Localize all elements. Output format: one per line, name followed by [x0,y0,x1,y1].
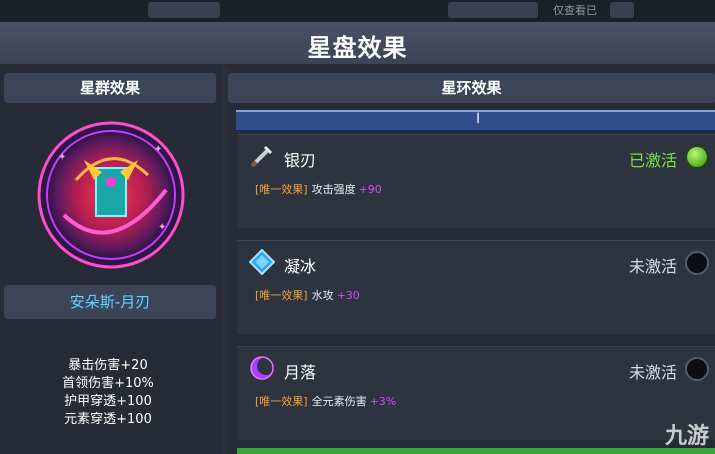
effect-card-frost[interactable]: 凝冰 未激活 [唯一效果] 水攻 +30 [237,240,715,334]
top-strip: 仅查看已 [0,0,715,22]
stat-line: 暴击伤害+20 [68,358,148,373]
effect-desc: 水攻 [311,289,334,302]
view-filter-checkbox[interactable] [610,2,634,18]
effect-tag: [唯一效果] [255,183,308,196]
effect-value: +90 [358,183,382,196]
effect-description: [唯一效果] 攻击强度 +90 [255,181,382,197]
effect-value: +3% [369,395,397,408]
effect-desc: 全元素伤害 [311,395,367,408]
star-ring-header: 星环效果 [228,73,715,103]
stat-line: 元素穿透+100 [64,412,152,427]
constellation-emblem-icon: ✦ ✦ ✦ [37,121,185,269]
inactive-indicator [685,357,709,381]
crescent-moon-icon [250,356,275,380]
effect-name: 月落 [284,363,317,382]
ice-crystal-icon [249,249,275,275]
effect-description: [唯一效果] 水攻 +30 [255,287,360,303]
stat-line: 首领伤害+10% [62,376,154,391]
effect-value: +30 [336,289,360,302]
constellation-name: 安朵斯-月刃 [4,285,216,319]
stat-line: 护甲穿透+100 [64,394,152,409]
sword-icon [250,145,273,168]
effect-name: 银刃 [284,151,317,170]
bottom-action-bar[interactable] [237,448,715,454]
constellation-header: 星群效果 [4,73,216,103]
view-filter-label[interactable]: 仅查看已 [553,2,597,18]
effect-status: 未激活 [628,257,677,276]
effect-card-moonfall[interactable]: 月落 未激活 [唯一效果] 全元素伤害 +3% [237,346,715,440]
progress-cursor: I [476,111,481,127]
inactive-indicator [685,251,709,275]
window-title: 星盘效果 [307,34,408,62]
effect-desc: 攻击强度 [311,183,356,196]
active-indicator [685,145,709,169]
top-strip-chip [148,2,220,18]
effect-description: [唯一效果] 全元素伤害 +3% [255,393,396,409]
svg-text:✦: ✦ [154,144,162,155]
watermark: 九游 [664,424,709,449]
effect-card-silver-blade[interactable]: 银刃 已激活 [唯一效果] 攻击强度 +90 [237,134,715,228]
constellation-stats: 暴击伤害+20 首领伤害+10% 护甲穿透+100 元素穿透+100 [0,357,216,429]
svg-text:✦: ✦ [58,152,66,163]
title-bar: 星盘效果 [0,22,715,66]
effect-status: 未激活 [628,363,677,382]
svg-text:✦: ✦ [158,222,166,233]
effect-tag: [唯一效果] [255,395,308,408]
effect-tag: [唯一效果] [255,289,308,302]
effect-name: 凝冰 [284,257,317,276]
effect-status: 已激活 [628,151,677,170]
top-strip-chip [448,2,538,18]
star-ring-progress-bar[interactable]: I [236,110,715,132]
